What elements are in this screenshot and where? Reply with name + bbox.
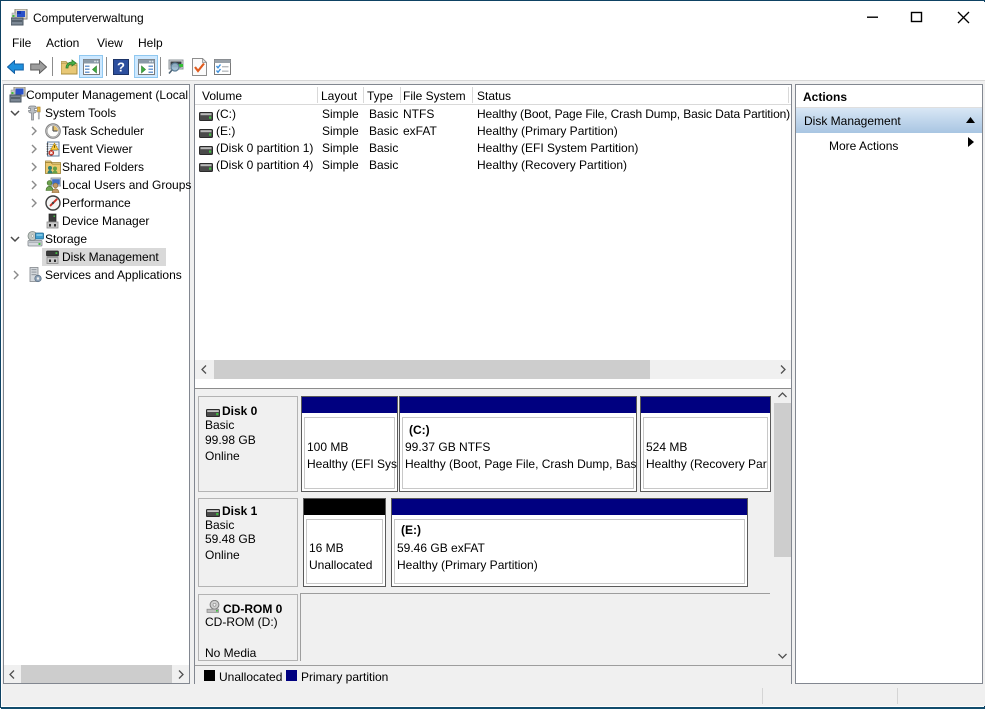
svg-text:?: ? (117, 60, 125, 75)
